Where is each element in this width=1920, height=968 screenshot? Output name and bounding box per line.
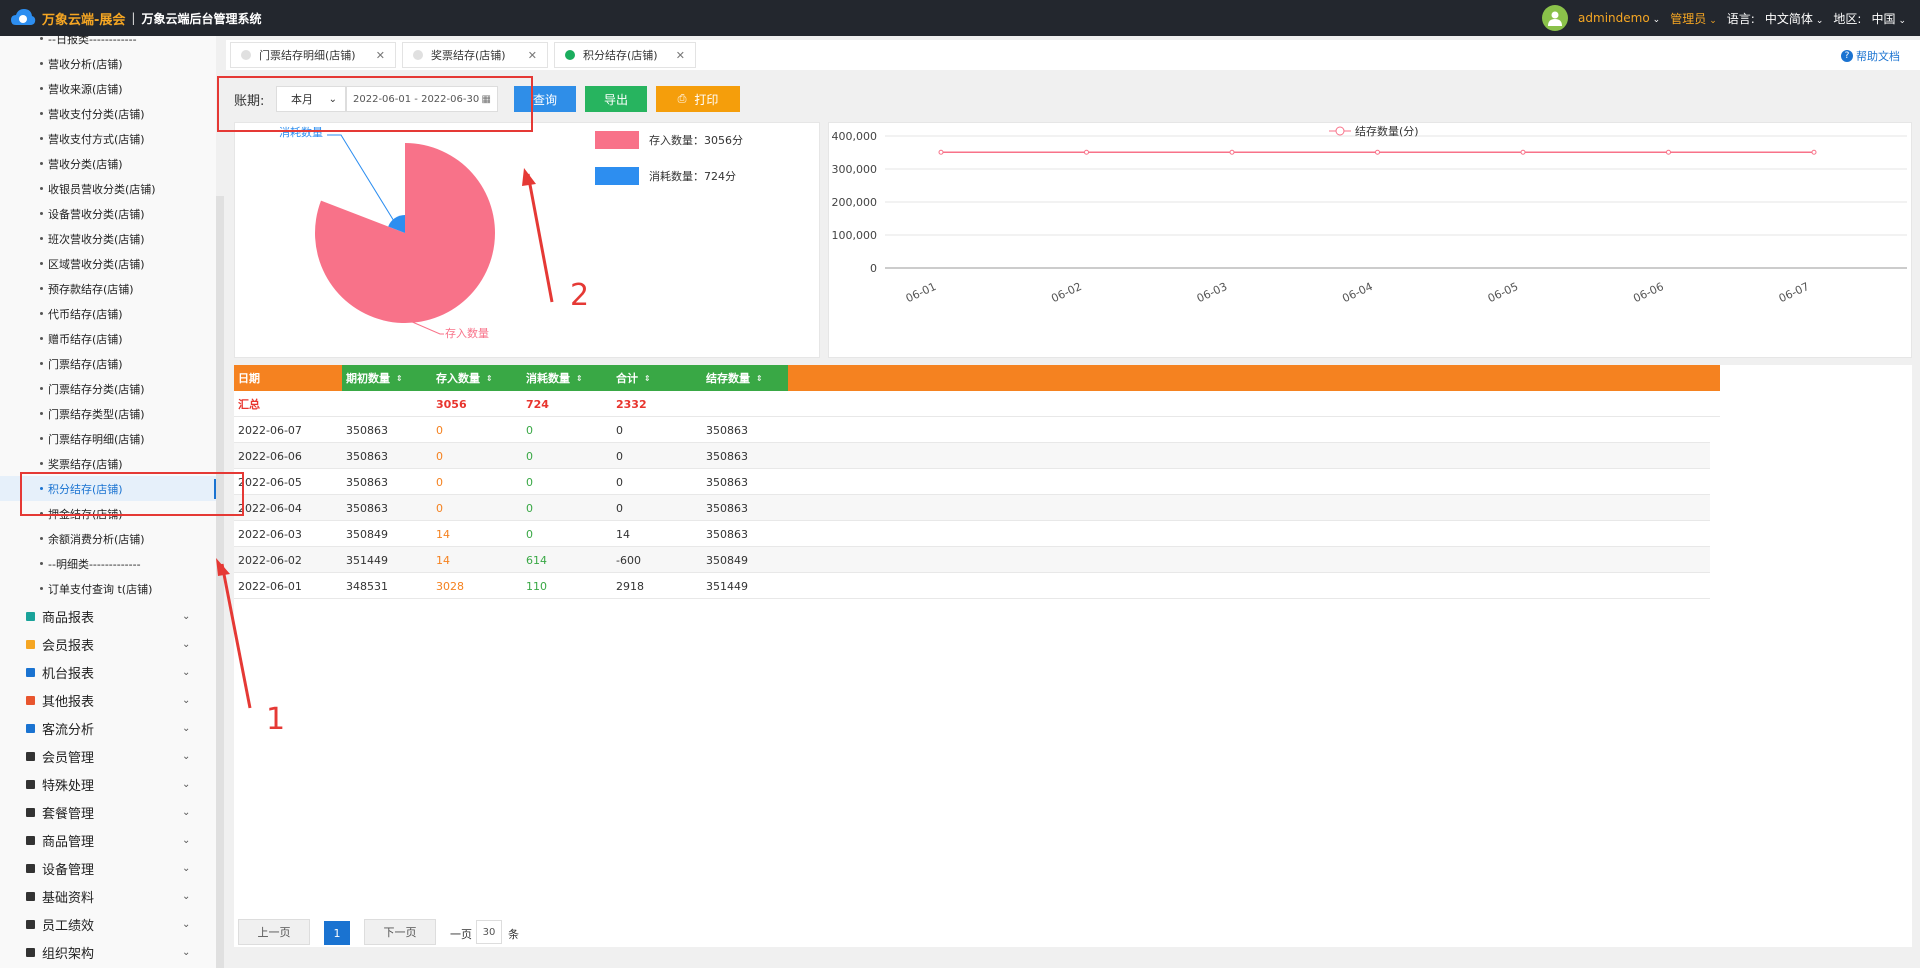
annotation-arrow-1 [220,563,252,709]
annotation-number-1: 1 [266,702,286,737]
annotation-number-2: 2 [570,278,590,313]
annotation-arrows [216,168,554,709]
annotation-arrow-2 [526,173,554,303]
arrow-head-icon [522,168,536,186]
arrow-head-icon [216,558,230,576]
